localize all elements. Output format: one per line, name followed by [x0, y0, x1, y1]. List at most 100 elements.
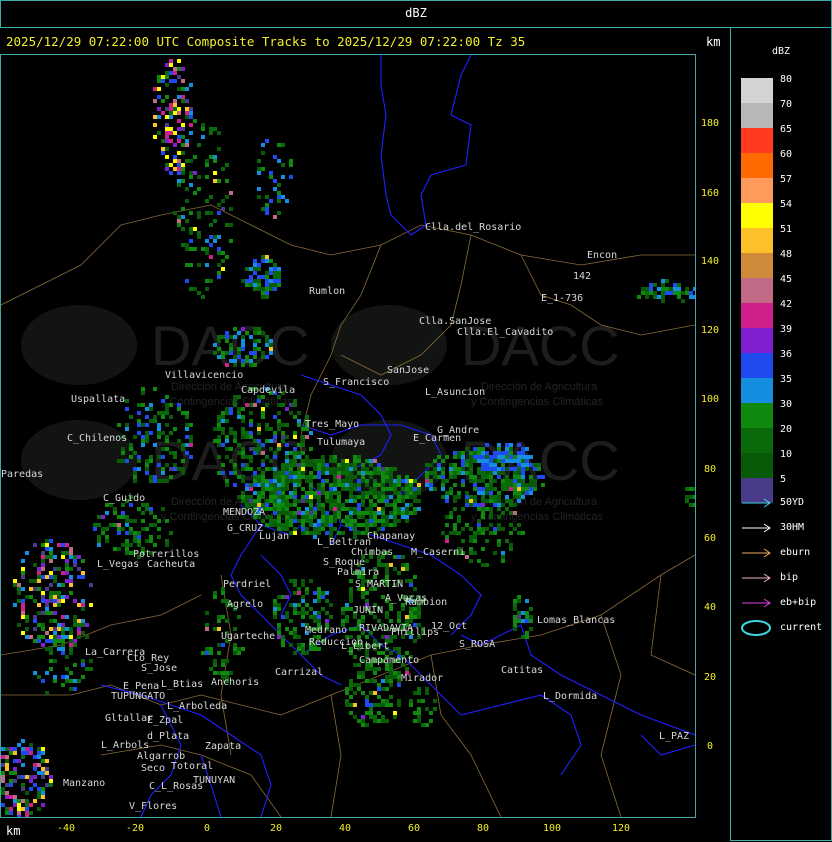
echo-cell — [385, 563, 389, 567]
echo-cell — [469, 459, 473, 463]
echo-cell — [457, 519, 461, 523]
echo-cell — [177, 223, 181, 227]
echo-cell — [289, 531, 293, 535]
echo-cell — [293, 651, 297, 655]
echo-cell — [25, 751, 29, 755]
echo-cell — [289, 515, 293, 519]
echo-cell — [425, 691, 429, 695]
echo-cell — [93, 527, 97, 531]
echo-cell — [257, 187, 261, 191]
echo-cell — [97, 539, 101, 543]
echo-cell — [177, 59, 181, 63]
echo-cell — [377, 687, 381, 691]
echo-cell — [525, 611, 529, 615]
place-label: L_PAZ — [659, 731, 689, 742]
echo-cell — [417, 611, 421, 615]
echo-cell — [185, 219, 189, 223]
echo-cell — [301, 443, 305, 447]
echo-cell — [45, 767, 49, 771]
echo-cell — [361, 719, 365, 723]
echo-cell — [345, 607, 349, 611]
echo-cell — [181, 471, 185, 475]
echo-cell — [337, 479, 341, 483]
echo-cell — [169, 467, 173, 471]
echo-cell — [353, 655, 357, 659]
echo-cell — [53, 675, 57, 679]
echo-cell — [273, 267, 277, 271]
dbz-swatch — [741, 153, 773, 178]
echo-cell — [437, 475, 441, 479]
echo-cell — [365, 507, 369, 511]
echo-cell — [313, 511, 317, 515]
echo-cell — [493, 479, 497, 483]
echo-cell — [345, 483, 349, 487]
echo-cell — [257, 491, 261, 495]
echo-cell — [329, 467, 333, 471]
echo-cell — [485, 527, 489, 531]
echo-cell — [349, 595, 353, 599]
echo-cell — [253, 339, 257, 343]
echo-cell — [513, 455, 517, 459]
echo-cell — [405, 475, 409, 479]
echo-cell — [265, 467, 269, 471]
echo-cell — [189, 123, 193, 127]
echo-cell — [301, 615, 305, 619]
echo-cell — [517, 487, 521, 491]
echo-cell — [457, 495, 461, 499]
echo-cell — [349, 627, 353, 631]
echo-cell — [509, 451, 513, 455]
echo-cell — [481, 475, 485, 479]
echo-cell — [237, 443, 241, 447]
echo-cell — [317, 523, 321, 527]
echo-cell — [161, 455, 165, 459]
echo-cell — [329, 495, 333, 499]
echo-cell — [21, 559, 25, 563]
echo-cell — [389, 467, 393, 471]
echo-cell — [241, 327, 245, 331]
echo-cell — [221, 463, 225, 467]
echo-cell — [213, 427, 217, 431]
echo-cell — [173, 155, 177, 159]
echo-cell — [205, 287, 209, 291]
echo-cell — [281, 479, 285, 483]
echo-cell — [493, 455, 497, 459]
y-tick-label: 100 — [700, 394, 720, 405]
echo-cell — [397, 475, 401, 479]
echo-cell — [297, 455, 301, 459]
echo-cell — [121, 447, 125, 451]
echo-cell — [369, 703, 373, 707]
echo-cell — [21, 807, 25, 811]
echo-cell — [533, 479, 537, 483]
echo-cell — [337, 483, 341, 487]
echo-cell — [397, 491, 401, 495]
echo-cell — [325, 519, 329, 523]
echo-cell — [225, 331, 229, 335]
echo-cell — [53, 567, 57, 571]
radar-map-canvas[interactable]: DACC Dirección de Agricultura y Continge… — [1, 55, 695, 817]
echo-cell — [189, 455, 193, 459]
echo-cell — [389, 511, 393, 515]
echo-cell — [145, 407, 149, 411]
echo-cell — [297, 591, 301, 595]
radar-map[interactable]: DACC Dirección de Agricultura y Continge… — [0, 54, 696, 818]
echo-cell — [261, 487, 265, 491]
echo-cell — [385, 675, 389, 679]
echo-cell — [497, 503, 501, 507]
echo-cell — [245, 483, 249, 487]
echo-cell — [217, 275, 221, 279]
echo-cell — [217, 179, 221, 183]
echo-cell — [249, 359, 253, 363]
echo-cell — [41, 791, 45, 795]
echo-cell — [197, 175, 201, 179]
echo-cell — [181, 171, 185, 175]
echo-cell — [465, 555, 469, 559]
echo-cell — [133, 475, 137, 479]
echo-cell — [213, 671, 217, 675]
echo-cell — [329, 483, 333, 487]
echo-cell — [365, 667, 369, 671]
echo-cell — [13, 779, 17, 783]
echo-cell — [321, 463, 325, 467]
echo-cell — [65, 615, 69, 619]
echo-cell — [373, 691, 377, 695]
echo-cell — [325, 611, 329, 615]
